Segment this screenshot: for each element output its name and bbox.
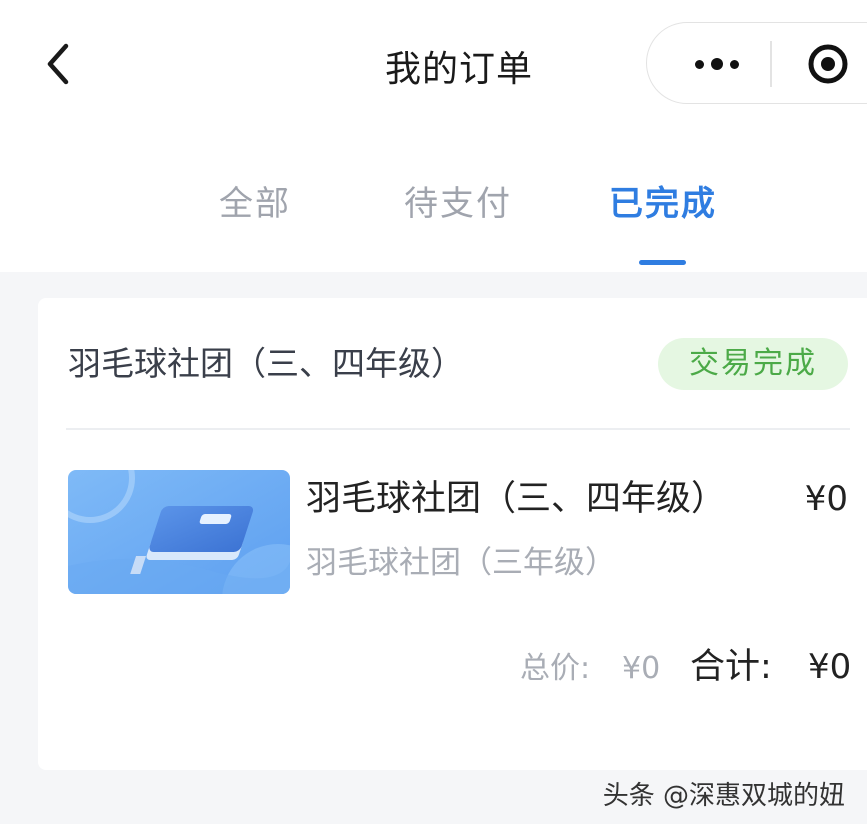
sum-label: 合计: (690, 647, 772, 687)
tab-completed[interactable]: 已完成 (609, 176, 717, 232)
order-tabs: 全部 待支付 已完成 (0, 176, 867, 236)
order-card[interactable]: 羽毛球社团（三、四年级） 交易完成 羽毛球社团（三、四年级） ¥0 羽毛球社团（… (38, 298, 867, 770)
target-close-icon (808, 44, 848, 84)
close-button[interactable] (807, 43, 849, 85)
total-price-label: 总价: (520, 651, 591, 686)
capsule-divider (770, 41, 772, 87)
status-badge: 交易完成 (658, 338, 848, 390)
total-price-value: ¥0 (622, 651, 661, 686)
mini-program-capsule (646, 22, 867, 104)
product-title: 羽毛球社团（三、四年级） (306, 479, 727, 519)
sum-value: ¥0 (808, 647, 852, 687)
tab-all[interactable]: 全部 (219, 176, 291, 232)
tab-pending-payment[interactable]: 待支付 (404, 176, 512, 232)
more-button[interactable] (667, 23, 767, 105)
top-bar: 我的订单 全部 待支付 已完成 (0, 0, 867, 272)
total-row: 总价: ¥0 合计: ¥0 (38, 642, 852, 692)
active-tab-indicator (639, 260, 686, 265)
product-price: ¥0 (804, 479, 848, 519)
product-thumbnail[interactable] (68, 470, 290, 594)
product-subtitle: 羽毛球社团（三年级） (306, 545, 616, 581)
book-icon (68, 470, 290, 594)
watermark: 头条 @深惠双城的妞 (602, 781, 845, 811)
more-dots-icon (695, 59, 704, 69)
divider (66, 428, 850, 430)
order-title: 羽毛球社团（三、四年级） (68, 344, 464, 383)
